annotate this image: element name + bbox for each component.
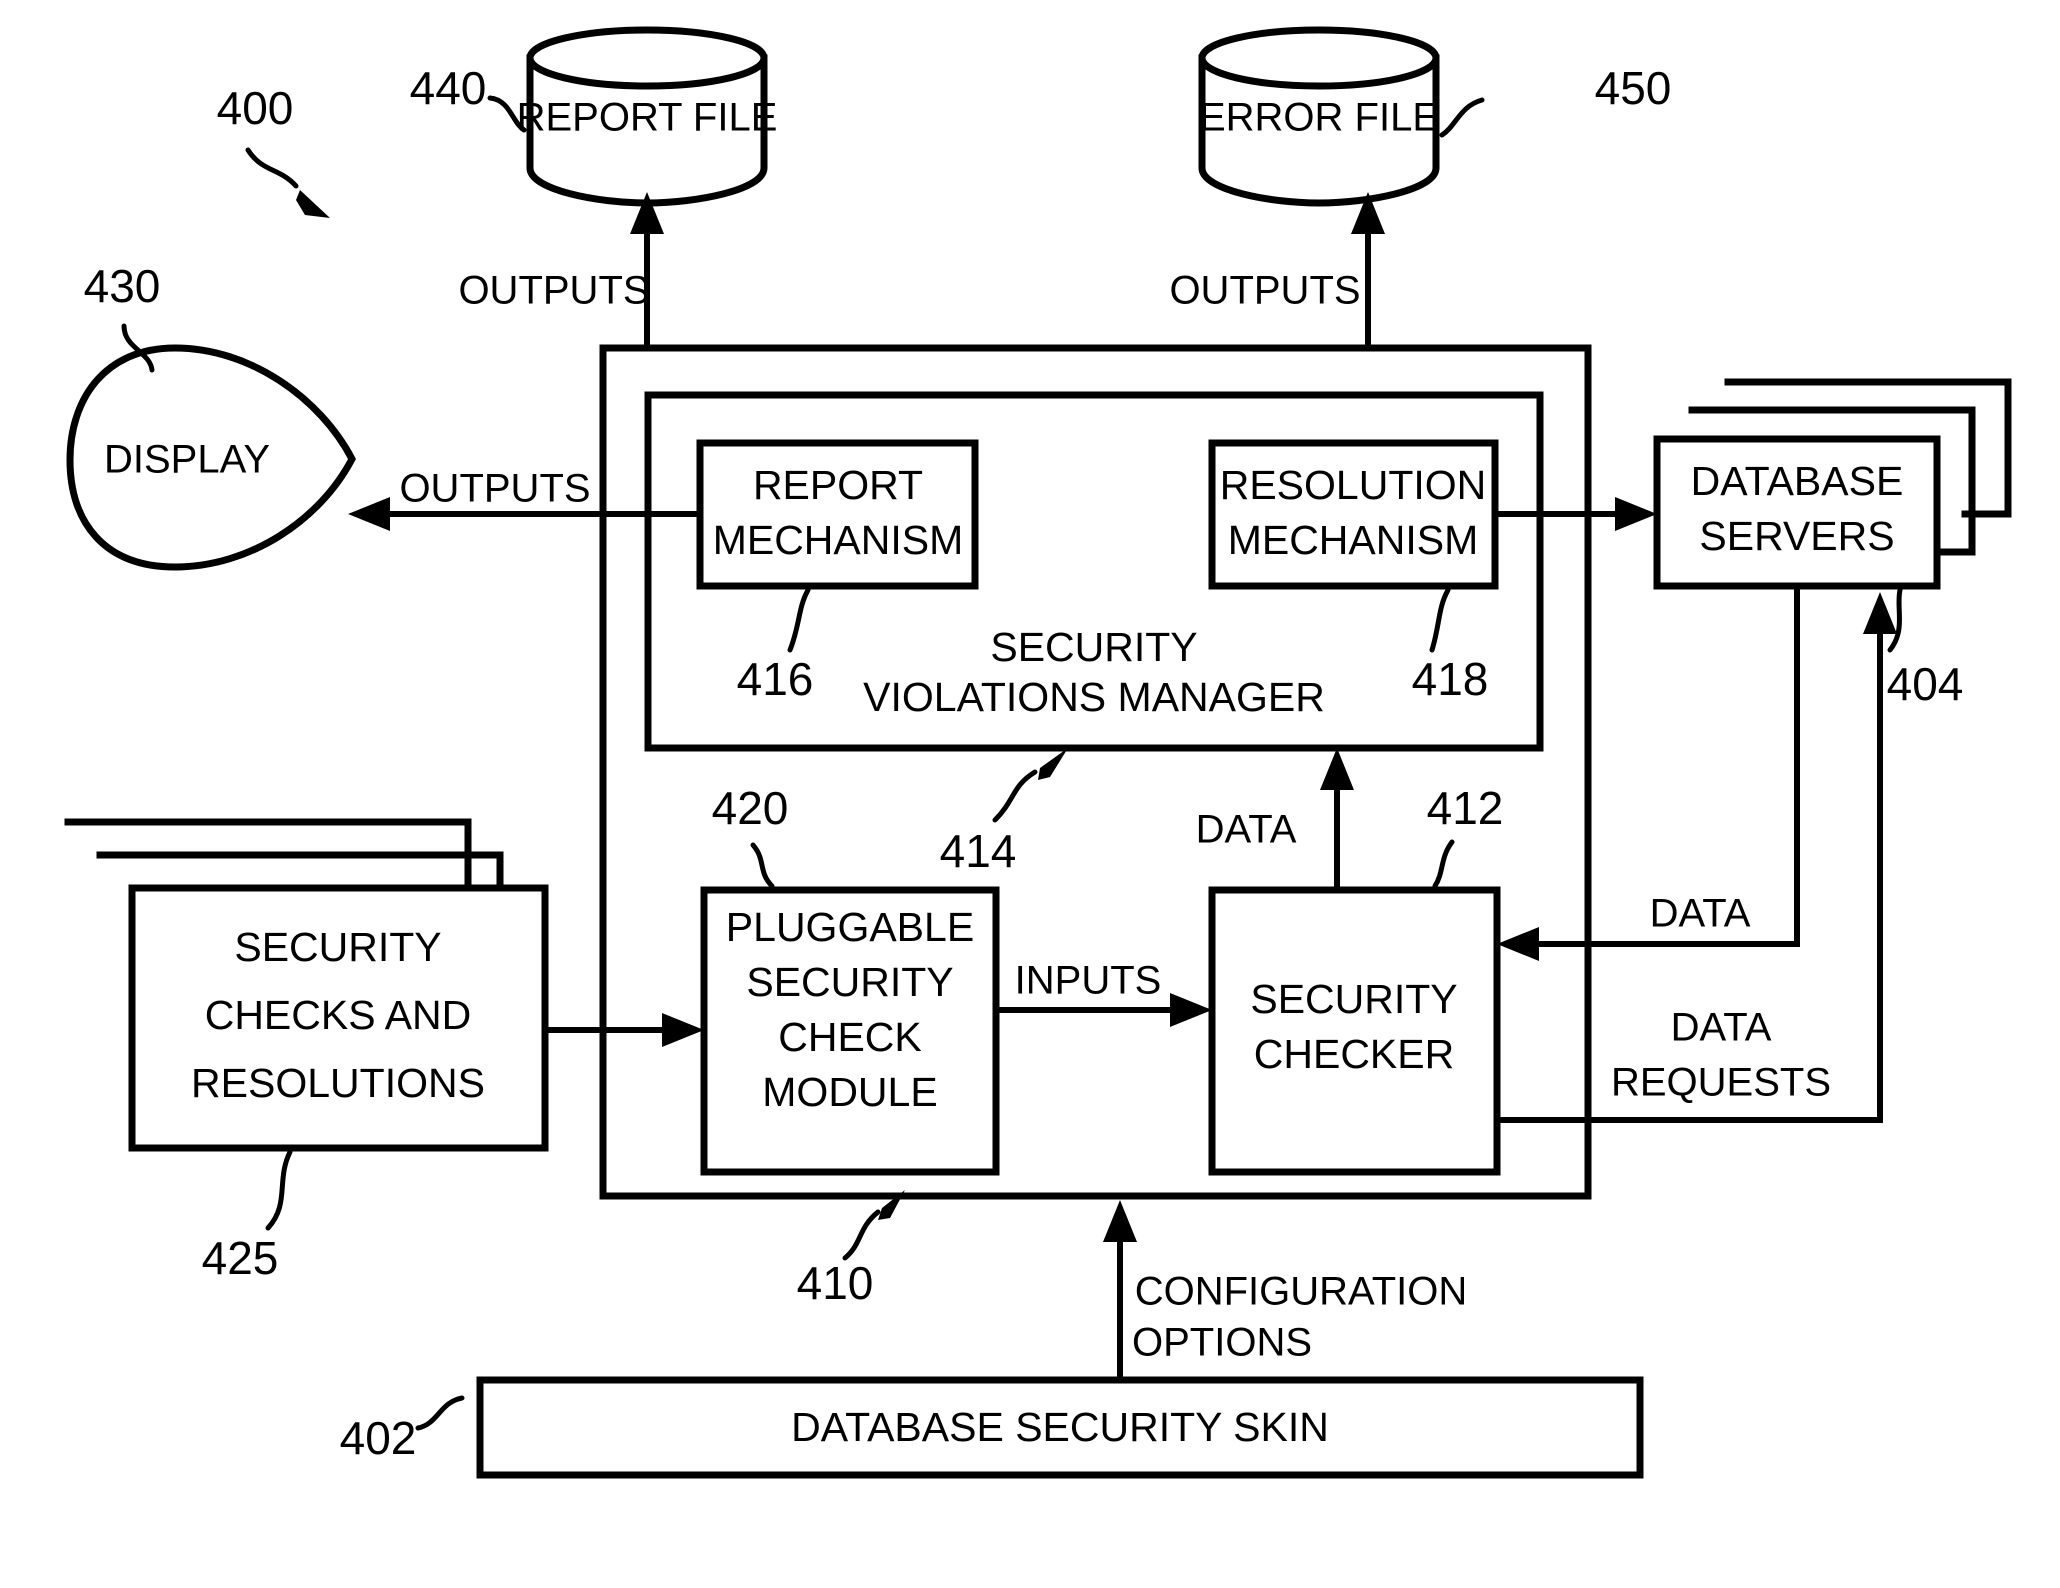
edge-label-data-up: DATA [1196,808,1297,852]
leader-line-400 [245,147,299,189]
leader-line-410 [842,1209,881,1261]
pluggable-module-label-line2: SECURITY [746,959,953,1005]
ref-440: 440 [410,62,527,133]
ref-label-402: 402 [340,1412,417,1464]
ref-label-440: 440 [410,62,487,114]
leader-arrowhead-400 [296,190,330,218]
security-checks-label-line3: RESOLUTIONS [191,1060,485,1106]
edge-label-data-right: DATA [1650,892,1751,936]
diagram-canvas: 400 REPORT FILE 440 ERROR FILE 450 DISPL… [64,26,2012,1479]
leader-line-450 [1439,97,1485,138]
ref-label-418: 418 [1412,653,1489,705]
display-label: DISPLAY [104,438,270,482]
edge-label-outputs-display: OUTPUTS [399,467,590,511]
ref-label-416: 416 [737,653,814,705]
pluggable-module-label-line1: PLUGGABLE [726,904,974,950]
ref-402: 402 [340,1395,465,1464]
report-file-cylinder-top [526,26,768,90]
security-checker-label-line2: CHECKER [1254,1031,1454,1077]
edge-label-config-options-line2: OPTIONS [1132,1321,1312,1365]
error-file-cylinder-top [1198,26,1440,90]
edge-arrowhead-resolution-db [1615,497,1657,531]
resolution-mechanism-label-line2: MECHANISM [1228,517,1479,563]
ref-label-410: 410 [797,1257,874,1309]
node-report-file[interactable]: REPORT FILE [517,26,778,207]
ref-label-414: 414 [940,825,1017,877]
database-servers-label-line1: DATABASE [1691,458,1904,504]
ref-label-420: 420 [712,782,789,834]
ref-label-430: 430 [84,260,161,312]
ref-404: 404 [1887,587,1964,710]
ref-label-450: 450 [1595,62,1672,114]
edge-outputs-to-report-file: OUTPUTS [458,192,664,348]
edge-label-outputs-report: OUTPUTS [458,269,649,313]
ref-label-425: 425 [202,1232,279,1284]
patent-figure-diagram: 400 REPORT FILE 440 ERROR FILE 450 DISPL… [0,0,2060,1588]
node-error-file[interactable]: ERROR FILE [1198,26,1440,207]
security-violations-manager-label-line1: SECURITY [990,624,1197,670]
edge-label-data-requests-line1: DATA [1671,1006,1772,1050]
database-servers-label-line2: SERVERS [1699,513,1894,559]
node-display[interactable]: DISPLAY [66,344,356,571]
leader-line-404 [1887,587,1903,653]
edge-configuration-options: CONFIGURATION OPTIONS [1103,1200,1467,1380]
edge-label-outputs-error: OUTPUTS [1169,269,1360,313]
ref-label-400: 400 [217,82,294,134]
security-checker-label-line1: SECURITY [1250,976,1457,1022]
security-violations-manager-label-line2: VIOLATIONS MANAGER [863,674,1325,720]
edge-label-data-requests-line2: REQUESTS [1611,1061,1831,1105]
resolution-mechanism-label-line1: RESOLUTION [1220,462,1487,508]
edge-label-config-options-line1: CONFIGURATION [1135,1270,1468,1314]
security-checks-label-line1: SECURITY [234,924,441,970]
report-file-label: REPORT FILE [517,96,778,140]
database-security-skin-label: DATABASE SECURITY SKIN [791,1404,1329,1450]
edge-arrowhead-outputs-display [348,497,390,531]
ref-410: 410 [797,1190,905,1309]
ref-425: 425 [202,1149,293,1284]
ref-label-412: 412 [1427,782,1504,834]
error-file-label: ERROR FILE [1199,96,1439,140]
pluggable-module-label-line4: MODULE [762,1069,937,1115]
report-mechanism-label-line2: MECHANISM [713,517,964,563]
ref-label-404: 404 [1887,658,1964,710]
pluggable-module-label-line3: CHECK [778,1014,922,1060]
node-database-servers[interactable]: DATABASE SERVERS [1653,378,2012,590]
leader-line-425 [265,1149,293,1231]
edge-label-inputs: INPUTS [1015,959,1162,1003]
edge-arrowhead-data-requests [1863,592,1897,634]
edge-arrowhead-config-options [1103,1200,1137,1242]
figure-ref-400: 400 [217,82,330,218]
node-security-checks-and-resolutions[interactable]: SECURITY CHECKS AND RESOLUTIONS [64,818,549,1152]
ref-450: 450 [1439,62,1672,138]
leader-line-402 [415,1395,465,1431]
edge-outputs-to-error-file: OUTPUTS [1169,192,1385,348]
security-checks-label-line2: CHECKS AND [205,992,472,1038]
report-mechanism-label-line1: REPORT [753,462,923,508]
